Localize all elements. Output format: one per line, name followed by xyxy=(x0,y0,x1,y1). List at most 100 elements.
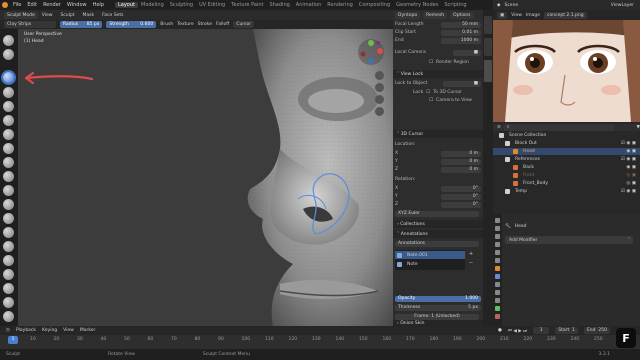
tab-tool[interactable] xyxy=(484,38,492,56)
scene-selector[interactable]: Scene xyxy=(504,3,518,8)
playback-menu[interactable]: Playback xyxy=(16,328,36,333)
menu-edit[interactable]: Edit xyxy=(24,2,40,8)
current-frame-field[interactable]: 1 xyxy=(533,327,550,334)
to-3d-cursor-checkbox[interactable]: ☐ xyxy=(426,90,430,95)
blob-brush-icon[interactable] xyxy=(3,129,14,140)
scene-collection-row[interactable]: Scene Collection xyxy=(493,132,640,139)
image-editor-type-icon[interactable]: ▣ xyxy=(497,11,508,19)
face-sets-menu[interactable]: Face Sets xyxy=(98,13,127,18)
end-frame-field[interactable]: End 250 xyxy=(583,327,610,334)
visibility-eye-icon[interactable]: ◎ ▣ xyxy=(626,181,636,186)
outliner-row[interactable]: Temp ☑ ◉ ▣ xyxy=(493,188,640,195)
strength-field[interactable]: Strength 0.600 xyxy=(106,21,157,28)
elastic-deform-brush-icon[interactable] xyxy=(3,255,14,266)
add-modifier-button[interactable]: Add Modifier ˅ xyxy=(505,236,633,244)
image-file-selector[interactable]: concept 2.1.png xyxy=(544,11,587,19)
outliner-row[interactable]: Front_Body ◎ ▣ xyxy=(493,180,640,187)
local-camera-field[interactable]: ■ xyxy=(453,49,481,56)
options-tab[interactable]: Options xyxy=(450,12,474,19)
tab-item[interactable] xyxy=(484,16,492,34)
particles-tab-icon[interactable] xyxy=(495,282,500,287)
cursor-rx-field[interactable]: 0° xyxy=(441,185,481,192)
outliner-row[interactable]: Block Out ☑ ◉ ▣ xyxy=(493,140,640,147)
tab-modeling[interactable]: Modeling xyxy=(138,2,167,8)
modifier-wrench-icon[interactable] xyxy=(495,274,500,279)
timeline-editor-icon[interactable]: ◷ xyxy=(6,328,10,333)
draw-brush-icon[interactable] xyxy=(3,35,14,46)
annotations-section[interactable]: ˅ Annotations xyxy=(393,230,483,238)
record-icon[interactable]: ● xyxy=(498,328,502,333)
menu-file[interactable]: File xyxy=(10,2,24,8)
data-tab-icon[interactable] xyxy=(495,306,500,311)
draw-sharp-brush-icon[interactable] xyxy=(3,49,14,60)
visibility-eye-icon[interactable]: ☑ ◉ ▣ xyxy=(621,141,636,146)
layer-brush-icon[interactable] xyxy=(3,101,14,112)
constraints-tab-icon[interactable] xyxy=(495,298,500,303)
sculpt-menu[interactable]: Sculpt xyxy=(56,13,78,18)
view-menu[interactable]: View xyxy=(38,13,57,18)
tab-animation[interactable]: Animation xyxy=(293,2,325,8)
outliner-row[interactable]: Front ◎ ▣ xyxy=(493,172,640,179)
ortho-toggle-icon[interactable] xyxy=(375,107,384,116)
tab-layout[interactable]: Layout xyxy=(115,2,138,8)
blender-logo-icon[interactable] xyxy=(2,2,8,8)
cursor-ry-field[interactable]: 0° xyxy=(441,193,481,200)
render-tab-icon[interactable] xyxy=(495,226,500,231)
timeline-view-menu[interactable]: View xyxy=(63,328,74,333)
cursor-menu[interactable]: Cursor xyxy=(233,21,255,28)
pose-brush-icon[interactable] xyxy=(3,297,14,308)
mask-menu[interactable]: Mask xyxy=(79,13,99,18)
outliner-row[interactable]: Head ◉ ▣ xyxy=(493,148,640,155)
image-image-menu[interactable]: Image xyxy=(526,13,540,18)
cursor-rz-field[interactable]: 0° xyxy=(441,201,481,208)
cursor-y-field[interactable]: 0 m xyxy=(441,158,481,165)
fill-brush-icon[interactable] xyxy=(3,185,14,196)
rotation-mode-dropdown[interactable]: XYZ Euler xyxy=(395,210,479,217)
object-tab-icon[interactable] xyxy=(495,266,500,271)
tool-tab-icon[interactable] xyxy=(495,218,500,223)
outliner-row[interactable]: Back ◉ ▣ xyxy=(493,164,640,171)
tab-rendering[interactable]: Rendering xyxy=(324,2,356,8)
annotations-dropdown[interactable]: Annotations xyxy=(395,240,479,247)
texture-menu[interactable]: Texture xyxy=(177,22,193,27)
falloff-menu[interactable]: Falloff xyxy=(216,22,229,27)
brush-menu[interactable]: Brush xyxy=(160,22,173,27)
stroke-menu[interactable]: Stroke xyxy=(198,22,212,27)
radius-field[interactable]: Radius 85 px xyxy=(60,21,103,28)
cursor-z-field[interactable]: 0 m xyxy=(441,166,481,173)
visibility-eye-icon[interactable]: ◉ ▣ xyxy=(626,149,636,154)
tab-sculpting[interactable]: Sculpting xyxy=(167,2,196,8)
keying-menu[interactable]: Keying xyxy=(42,328,57,333)
clay-strips-brush-icon[interactable] xyxy=(3,72,14,83)
outliner-search-input[interactable]: ⌕ xyxy=(503,124,614,131)
clay-thumb-brush-icon[interactable] xyxy=(3,87,14,98)
material-tab-icon[interactable] xyxy=(495,314,500,319)
view-layer-selector[interactable]: ViewLayer xyxy=(611,3,634,8)
3d-viewport[interactable]: User Perspective (1) Head xyxy=(18,29,393,326)
marker-menu[interactable]: Marker xyxy=(80,328,96,333)
thumb-brush-icon[interactable] xyxy=(3,283,14,294)
clip-end-field[interactable]: 1000 m xyxy=(441,37,481,44)
pinch-brush-icon[interactable] xyxy=(3,227,14,238)
image-view-menu[interactable]: View xyxy=(511,13,522,18)
filter-icon[interactable]: ▼ xyxy=(637,125,640,130)
mode-selector[interactable]: Sculpt Mode xyxy=(4,11,38,19)
smooth-brush-icon[interactable] xyxy=(3,157,14,168)
play-controls[interactable]: ⏮ ◀ ▶ ⏭ xyxy=(508,328,527,334)
tab-uv-editing[interactable]: UV Editing xyxy=(196,2,228,8)
clip-start-field[interactable]: 0.01 m xyxy=(441,29,481,36)
3d-cursor-section[interactable]: ˅ 3D Cursor xyxy=(393,130,483,138)
annotation-layer-item[interactable]: Note.001 xyxy=(395,251,465,259)
remove-layer-icon[interactable]: − xyxy=(469,260,473,266)
remesh-tab[interactable]: Remesh xyxy=(423,12,448,19)
camera-to-view-checkbox[interactable]: ☐ xyxy=(429,98,433,103)
cursor-x-field[interactable]: 0 m xyxy=(441,150,481,157)
focal-length-field[interactable]: 50 mm xyxy=(441,21,481,28)
inflate-brush-icon[interactable] xyxy=(3,115,14,126)
add-layer-icon[interactable]: + xyxy=(469,251,473,257)
brush-selector[interactable]: Clay Strips xyxy=(4,21,56,28)
nudge-brush-icon[interactable] xyxy=(3,311,14,322)
navigation-gizmo-icon[interactable] xyxy=(356,37,386,67)
frame-lock-button[interactable]: Frame: 1 (Unlocked) xyxy=(395,313,479,320)
collections-section[interactable]: › Collections xyxy=(393,220,483,228)
